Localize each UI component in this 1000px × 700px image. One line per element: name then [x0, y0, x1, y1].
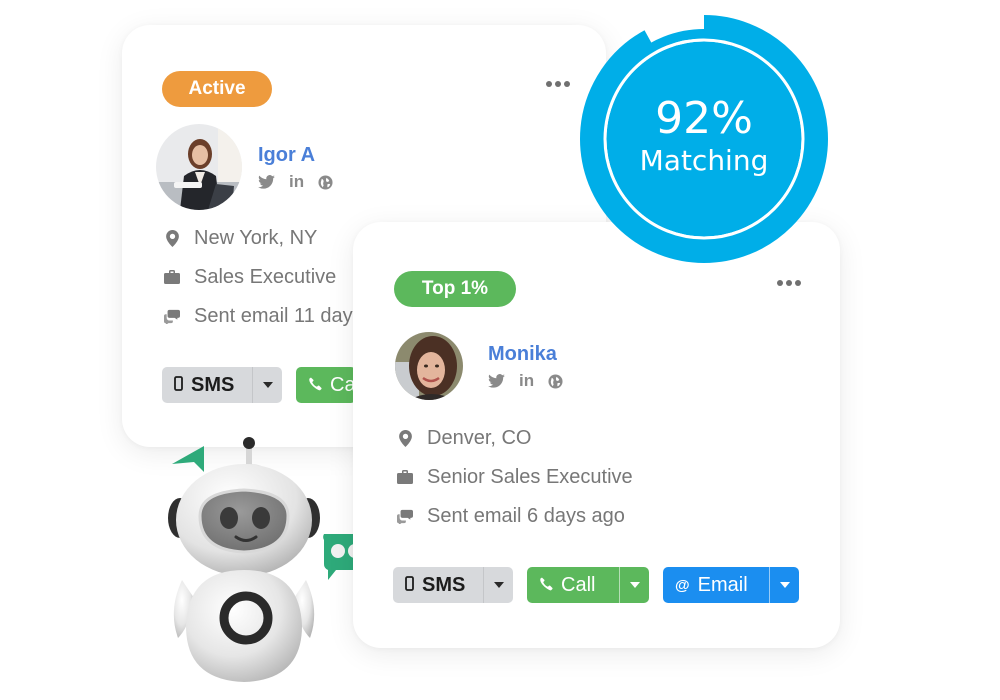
more-dot-icon — [546, 81, 552, 87]
call-split-button: Call — [296, 367, 356, 403]
email-button[interactable]: @ Email — [663, 567, 769, 603]
call-dropdown-toggle[interactable] — [619, 567, 649, 603]
rank-badge: Top 1% — [394, 271, 516, 307]
more-dot-icon — [564, 81, 570, 87]
linkedin-icon[interactable]: in — [519, 372, 534, 390]
at-sign-icon: @ — [675, 576, 690, 594]
sms-dropdown-toggle[interactable] — [252, 367, 282, 403]
twitter-icon[interactable] — [258, 175, 275, 189]
map-pin-icon — [397, 429, 413, 447]
avatar-photo-icon — [156, 124, 242, 210]
globe-icon[interactable] — [318, 174, 333, 190]
location-text: Denver, CO — [427, 426, 532, 449]
sms-label: SMS — [422, 573, 466, 596]
robot-left-eye — [220, 507, 238, 529]
email-split-button: @ Email — [663, 567, 799, 603]
status-badge: Active — [162, 71, 272, 107]
mobile-phone-icon — [405, 574, 414, 597]
activity-text: Sent email 6 days ago — [427, 504, 625, 527]
send-arrow-icon — [172, 446, 204, 472]
more-options-button[interactable] — [777, 280, 801, 286]
sms-button[interactable]: SMS — [162, 367, 252, 403]
robot-right-eye — [252, 507, 270, 529]
more-dot-icon — [555, 81, 561, 87]
location-text: New York, NY — [194, 226, 318, 249]
caret-down-icon — [779, 582, 790, 588]
robot-body — [186, 570, 302, 682]
avatar[interactable] — [395, 332, 463, 400]
avatar[interactable] — [156, 124, 242, 210]
contact-actions: SMS Call — [162, 367, 356, 403]
caret-down-icon — [262, 382, 273, 388]
activity-row: Sent email 6 days ago — [397, 505, 633, 527]
phone-icon — [308, 374, 322, 397]
contact-details: Denver, CO Senior Sales Executive Sent e… — [397, 427, 633, 527]
call-split-button: Call — [527, 567, 649, 603]
chat-bubbles-icon — [164, 309, 180, 324]
sms-split-button: SMS — [162, 367, 282, 403]
job-title-text: Sales Executive — [194, 265, 337, 288]
sms-split-button: SMS — [393, 567, 513, 603]
linkedin-icon[interactable]: in — [289, 173, 304, 191]
avatar-photo-icon — [395, 332, 463, 400]
briefcase-icon — [164, 270, 180, 284]
robot-face — [198, 488, 290, 554]
location-row: Denver, CO — [397, 427, 633, 449]
match-label: Matching — [639, 144, 769, 177]
more-dot-icon — [795, 280, 801, 286]
briefcase-icon — [397, 470, 413, 484]
contact-actions: SMS Call @ Email — [393, 567, 799, 603]
job-title-row: Senior Sales Executive — [397, 466, 633, 488]
contact-name[interactable]: Monika — [488, 343, 557, 366]
mobile-phone-icon — [174, 374, 183, 397]
call-button[interactable]: Call — [527, 567, 619, 603]
map-pin-icon — [164, 229, 180, 247]
match-percent: 92% — [655, 93, 753, 144]
contact-name[interactable]: Igor A — [258, 144, 315, 167]
contact-card-monika: Top 1% Monika in Denver, CO Senior Sales… — [353, 222, 840, 648]
caret-down-icon — [629, 582, 640, 588]
more-options-button[interactable] — [546, 81, 570, 87]
match-score: 92% Matching — [575, 10, 833, 268]
sms-button[interactable]: SMS — [393, 567, 483, 603]
phone-icon — [539, 574, 553, 597]
sms-label: SMS — [191, 373, 235, 396]
twitter-icon[interactable] — [488, 374, 505, 388]
call-label: Call — [561, 573, 596, 596]
sms-dropdown-toggle[interactable] — [483, 567, 513, 603]
more-dot-icon — [777, 280, 783, 286]
caret-down-icon — [493, 582, 504, 588]
social-links: in — [258, 173, 333, 191]
email-label: Email — [697, 573, 748, 596]
chat-bubbles-icon — [397, 509, 413, 524]
email-dropdown-toggle[interactable] — [769, 567, 799, 603]
globe-icon[interactable] — [548, 373, 563, 389]
social-links: in — [488, 372, 563, 390]
job-title-text: Senior Sales Executive — [427, 465, 633, 488]
more-dot-icon — [786, 280, 792, 286]
call-button[interactable]: Call — [296, 367, 356, 403]
